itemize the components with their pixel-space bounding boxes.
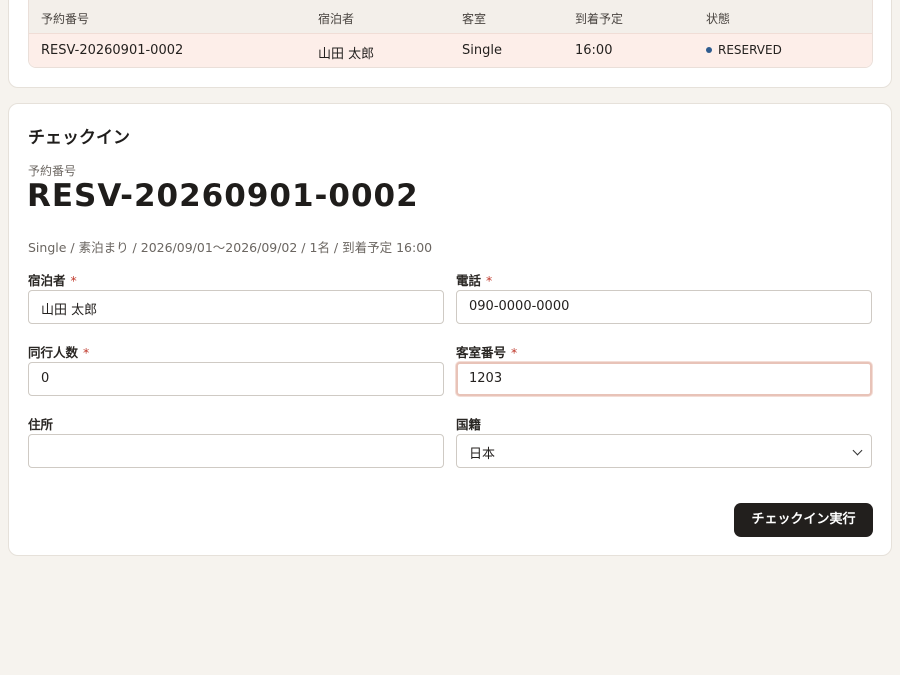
reservation-table: 予約番号 宿泊者 客室 到着予定 状態 RESV-20260901-0002 山… <box>28 0 873 68</box>
reservation-number-label: 予約番号 <box>28 164 77 178</box>
header-arrival: 到着予定 <box>575 12 624 26</box>
guest-name-field[interactable]: 山田 太郎 <box>28 290 444 324</box>
cell-arrival: 16:00 <box>575 43 613 58</box>
header-guest: 宿泊者 <box>318 12 355 26</box>
address-label-text: 住所 <box>28 417 54 432</box>
guest-name-label: 宿泊者 * <box>28 270 77 289</box>
status-dot-icon <box>706 46 712 53</box>
reservation-list-card: 予約番号 宿泊者 客室 到着予定 状態 RESV-20260901-0002 山… <box>8 0 892 88</box>
section-title: チェックイン <box>28 128 130 148</box>
nationality-selected-value: 日本 <box>469 447 496 462</box>
table-row[interactable]: RESV-20260901-0002 山田 太郎 Single 16:00 RE… <box>29 34 872 67</box>
header-reservation-number: 予約番号 <box>41 12 90 26</box>
room-number-field[interactable]: 1203 <box>456 362 872 396</box>
cell-room: Single <box>462 43 502 58</box>
companions-field[interactable]: 0 <box>28 362 444 396</box>
status-badge: RESERVED <box>718 43 782 57</box>
chevron-down-icon <box>852 445 863 456</box>
room-number-label-text: 客室番号 <box>456 345 507 360</box>
header-room: 客室 <box>462 12 487 26</box>
cell-status: RESERVED <box>706 43 782 58</box>
companions-label: 同行人数 * <box>28 342 89 361</box>
table-header: 予約番号 宿泊者 客室 到着予定 状態 <box>29 0 872 34</box>
nationality-label-text: 国籍 <box>456 417 482 432</box>
cell-guest: 山田 太郎 <box>318 47 375 62</box>
checkin-submit-button[interactable]: チェックイン実行 <box>734 503 873 537</box>
address-field[interactable] <box>28 434 444 468</box>
phone-label: 電話 * <box>456 270 492 289</box>
checkin-card: チェックイン 予約番号 RESV-20260901-0002 Single / … <box>8 103 892 556</box>
phone-label-text: 電話 <box>456 273 482 288</box>
guest-name-label-text: 宿泊者 <box>28 273 66 288</box>
header-status: 状態 <box>706 12 731 26</box>
companions-label-text: 同行人数 <box>28 345 79 360</box>
room-number-label: 客室番号 * <box>456 342 517 361</box>
phone-field[interactable]: 090-0000-0000 <box>456 290 872 324</box>
nationality-label: 国籍 <box>456 414 481 433</box>
required-mark: * <box>511 345 518 360</box>
cell-reservation-number: RESV-20260901-0002 <box>41 43 184 58</box>
address-label: 住所 <box>28 414 53 433</box>
required-mark: * <box>83 345 90 360</box>
nationality-select[interactable]: 日本 <box>456 434 872 468</box>
reservation-number: RESV-20260901-0002 <box>27 178 419 214</box>
required-mark: * <box>70 273 77 288</box>
required-mark: * <box>486 273 493 288</box>
reservation-summary: Single / 素泊まり / 2026/09/01〜2026/09/02 / … <box>28 240 433 255</box>
